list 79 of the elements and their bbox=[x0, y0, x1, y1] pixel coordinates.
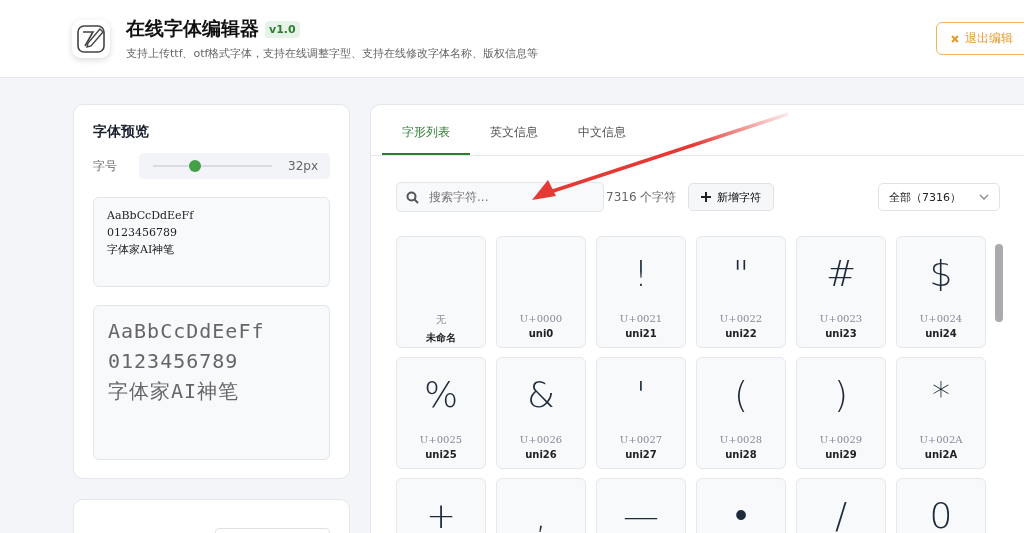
glyph-code: U+0029 bbox=[819, 434, 863, 445]
glyph-preview: + bbox=[425, 494, 457, 533]
glyph-preview: % bbox=[423, 373, 459, 415]
glyph-card[interactable]: $ U+0024 uni24 bbox=[896, 236, 986, 348]
glyph-card[interactable]: % U+0025 uni25 bbox=[396, 357, 486, 469]
slider-thumb[interactable] bbox=[188, 160, 201, 172]
glyph-code: U+0023 bbox=[819, 313, 863, 324]
glyph-preview: & bbox=[526, 373, 556, 415]
app-title: 在线字体编辑器 bbox=[126, 16, 259, 41]
glyph-code: U+0028 bbox=[719, 434, 763, 445]
tab[interactable]: 英文信息 bbox=[470, 105, 558, 155]
glyph-card[interactable]: * U+002A uni2A bbox=[896, 357, 986, 469]
glyph-name: uni28 bbox=[725, 449, 757, 460]
glyph-code: U+0022 bbox=[719, 313, 763, 324]
glyph-code: U+002A bbox=[919, 434, 963, 445]
glyph-card[interactable]: • bbox=[696, 478, 786, 533]
pencil-logo-icon bbox=[72, 19, 110, 58]
glyph-card[interactable]: ( U+0028 uni28 bbox=[696, 357, 786, 469]
glyph-preview: 0 bbox=[929, 494, 953, 533]
glyph-name: uni29 bbox=[825, 449, 857, 460]
glyph-card[interactable]: / bbox=[796, 478, 886, 533]
tab[interactable]: 字形列表 bbox=[382, 105, 470, 155]
glyph-card[interactable]: ' U+0027 uni27 bbox=[596, 357, 686, 469]
glyph-card[interactable]: 0 bbox=[896, 478, 986, 533]
glyph-preview: — bbox=[623, 494, 659, 533]
plus-icon bbox=[701, 192, 712, 202]
glyph-card[interactable]: + bbox=[396, 478, 486, 533]
glyph-code: U+0024 bbox=[919, 313, 963, 324]
glyph-code: U+0027 bbox=[619, 434, 663, 445]
glyph-card[interactable]: # U+0023 uni23 bbox=[796, 236, 886, 348]
version-badge: v1.0 bbox=[265, 20, 300, 38]
filter-dropdown[interactable]: 全部（7316） bbox=[878, 183, 1000, 211]
search-field[interactable]: 搜索字符... bbox=[396, 182, 604, 212]
glyph-name: 未命名 bbox=[426, 331, 456, 345]
size-label: 字号 bbox=[93, 157, 118, 175]
glyph-preview: " bbox=[732, 252, 750, 294]
glyph-preview: ' bbox=[636, 373, 646, 415]
add-glyph-button[interactable]: 新增字符 bbox=[688, 183, 775, 211]
glyph-code: U+0025 bbox=[419, 434, 463, 445]
glyph-name: uni26 bbox=[525, 449, 557, 460]
app-subtitle: 支持上传ttf、otf格式字体，支持在线调整字型、支持在线修改字体名称、版权信息等 bbox=[126, 46, 540, 61]
glyph-code: U+0000 bbox=[519, 313, 563, 324]
close-icon bbox=[951, 34, 959, 43]
glyph-preview: , bbox=[535, 494, 547, 533]
glyph-card[interactable]: — bbox=[596, 478, 686, 533]
tab[interactable]: 中文信息 bbox=[558, 105, 646, 155]
glyph-preview: $ bbox=[929, 252, 953, 294]
glyph-card[interactable]: , bbox=[496, 478, 586, 533]
glyph-card[interactable]: ) U+0029 uni29 bbox=[796, 357, 886, 469]
glyph-name: uni27 bbox=[625, 449, 657, 460]
glyph-card[interactable]: U+0000 uni0 bbox=[496, 236, 586, 348]
sample-text-input[interactable]: AaBbCcDdEeFf 0123456789 字体家AI神笔 bbox=[93, 197, 330, 287]
glyph-card[interactable]: " U+0022 uni22 bbox=[696, 236, 786, 348]
glyph-preview: * bbox=[932, 373, 950, 415]
glyph-name: uni25 bbox=[425, 449, 457, 460]
glyph-preview: ( bbox=[733, 373, 748, 415]
glyph-card[interactable]: ! U+0021 uni21 bbox=[596, 236, 686, 348]
glyph-name: uni21 bbox=[625, 328, 657, 339]
glyph-name: uni0 bbox=[528, 328, 554, 339]
glyph-preview: • bbox=[734, 494, 748, 533]
glyph-code: U+0021 bbox=[619, 313, 663, 324]
glyph-name: uni2A bbox=[924, 449, 958, 460]
glyph-preview: ) bbox=[833, 373, 848, 415]
search-icon bbox=[406, 191, 419, 204]
preview-output: AaBbCcDdEeFf 0123456789 字体家AI神笔 bbox=[93, 305, 330, 460]
chevron-down-icon bbox=[979, 194, 989, 200]
glyph-count: 7316 个字符 bbox=[606, 188, 677, 206]
glyph-code: 无 bbox=[436, 313, 446, 327]
card-title: 字体预览 bbox=[93, 123, 150, 141]
glyph-code: U+0026 bbox=[519, 434, 563, 445]
glyph-card[interactable]: 无 未命名 bbox=[396, 236, 486, 348]
size-reading: 32px bbox=[288, 159, 318, 173]
glyph-preview: ! bbox=[633, 252, 649, 294]
glyph-card[interactable]: & U+0026 uni26 bbox=[496, 357, 586, 469]
glyph-name: uni24 bbox=[925, 328, 957, 339]
glyph-preview: # bbox=[825, 252, 857, 294]
glyph-name: uni23 bbox=[825, 328, 857, 339]
glyph-name: uni22 bbox=[725, 328, 757, 339]
glyph-preview: / bbox=[834, 494, 848, 533]
